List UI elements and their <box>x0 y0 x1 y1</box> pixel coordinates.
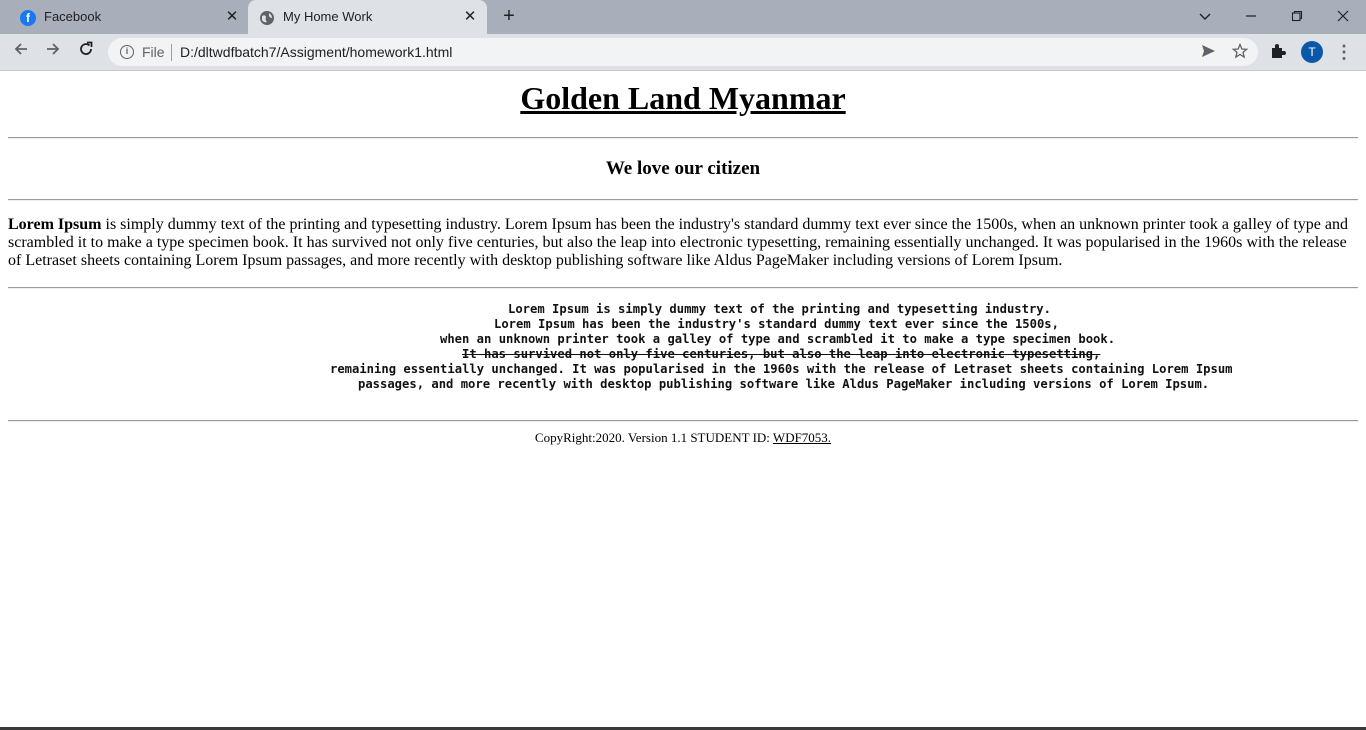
scheme-label: File <box>142 44 165 60</box>
pre-line: when an unknown printer took a galley of… <box>440 332 1116 346</box>
address-separator <box>171 44 172 61</box>
tab-title: My Home Work <box>283 9 373 24</box>
pre-line: Lorem Ipsum has been the industry's stan… <box>494 317 1059 331</box>
pre-line-strikethrough: It has survived not only five centuries,… <box>462 347 1101 361</box>
tab-strip: f Facebook ✕ My Home Work ✕ + <box>0 0 1366 34</box>
footer: CopyRight:2020. Version 1.1 STUDENT ID: … <box>0 430 1366 446</box>
minimize-button[interactable] <box>1239 5 1263 29</box>
tab-search-icon[interactable] <box>1193 5 1217 29</box>
url-text[interactable]: D:/dltwdfbatch7/Assigment/homework1.html <box>180 44 452 60</box>
divider <box>8 287 1358 289</box>
extensions-icon[interactable] <box>1269 42 1289 62</box>
tab-title: Facebook <box>44 9 102 24</box>
intro-paragraph: Lorem Ipsum is simply dummy text of the … <box>8 216 1358 270</box>
divider <box>8 420 1358 422</box>
pre-line: Lorem Ipsum is simply dummy text of the … <box>508 302 1051 316</box>
forward-button[interactable] <box>41 41 65 65</box>
close-tab-button[interactable]: ✕ <box>460 7 480 27</box>
paragraph-text: is simply dummy text of the printing and… <box>8 216 1348 269</box>
restore-button[interactable] <box>1285 5 1309 29</box>
page-title: Golden Land Myanmar <box>520 80 846 116</box>
tab-my-home-work[interactable]: My Home Work ✕ <box>248 0 487 34</box>
close-window-button[interactable] <box>1331 5 1355 29</box>
more-menu-icon[interactable]: ⋮ <box>1335 41 1353 63</box>
divider <box>8 137 1358 139</box>
new-tab-button[interactable]: + <box>498 6 520 28</box>
student-id-link[interactable]: WDF7053. <box>773 430 831 445</box>
address-bar[interactable]: i File D:/dltwdfbatch7/Assigment/homewor… <box>108 38 1258 66</box>
paragraph-bold-lead: Lorem Ipsum <box>8 216 102 233</box>
profile-avatar[interactable]: T <box>1301 41 1323 63</box>
tab-facebook[interactable]: f Facebook ✕ <box>8 0 246 34</box>
facebook-icon: f <box>20 10 36 26</box>
divider <box>8 199 1358 201</box>
close-tab-button[interactable]: ✕ <box>222 7 242 27</box>
browser-toolbar: i File D:/dltwdfbatch7/Assigment/homewor… <box>0 34 1366 71</box>
bookmark-star-icon[interactable] <box>1231 42 1249 61</box>
reload-button[interactable] <box>74 41 98 65</box>
info-icon[interactable]: i <box>120 45 134 59</box>
pre-line: passages, and more recently with desktop… <box>358 377 1210 391</box>
globe-icon <box>259 10 275 26</box>
send-icon[interactable] <box>1199 43 1217 61</box>
footer-text: CopyRight:2020. Version 1.1 STUDENT ID: <box>534 430 773 445</box>
page-content: Golden Land Myanmar We love our citizen … <box>0 71 1366 730</box>
back-button[interactable] <box>9 41 33 65</box>
page-subtitle: We love our citizen <box>605 158 761 179</box>
pre-line: remaining essentially unchanged. It was … <box>330 362 1233 376</box>
